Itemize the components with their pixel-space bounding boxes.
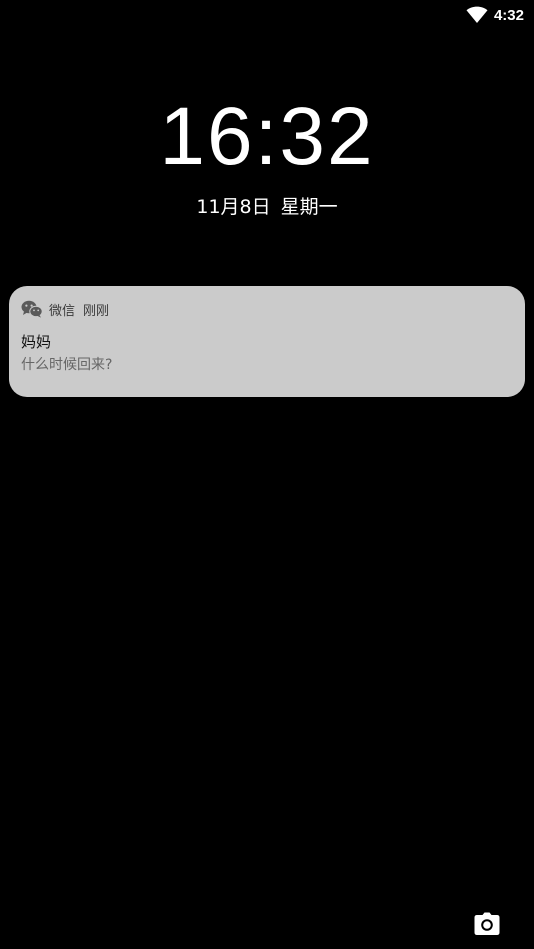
wechat-icon [21,300,43,318]
date-text: 11月8日 [196,196,271,218]
status-bar: 4:32 [466,0,534,30]
wifi-icon [466,6,488,23]
lock-screen: 4:32 16:32 11月8日 星期一 微信 刚刚 妈妈 什么时候回来? [0,0,534,949]
notification-card[interactable]: 微信 刚刚 妈妈 什么时候回来? [9,286,525,397]
camera-shortcut-button[interactable] [474,912,502,938]
status-time: 4:32 [493,6,524,24]
lockscreen-clock: 16:32 [159,91,375,182]
notification-app-name: 微信 [49,303,76,319]
weekday-text: 星期一 [280,196,338,218]
notification-message: 什么时候回来? [21,357,113,373]
notification-title: 妈妈 [21,333,52,351]
notification-time: 刚刚 [83,303,110,319]
lockscreen-date: 11月8日 星期一 [0,195,534,219]
camera-icon [474,912,500,935]
notification-header: 微信 刚刚 [21,298,513,320]
